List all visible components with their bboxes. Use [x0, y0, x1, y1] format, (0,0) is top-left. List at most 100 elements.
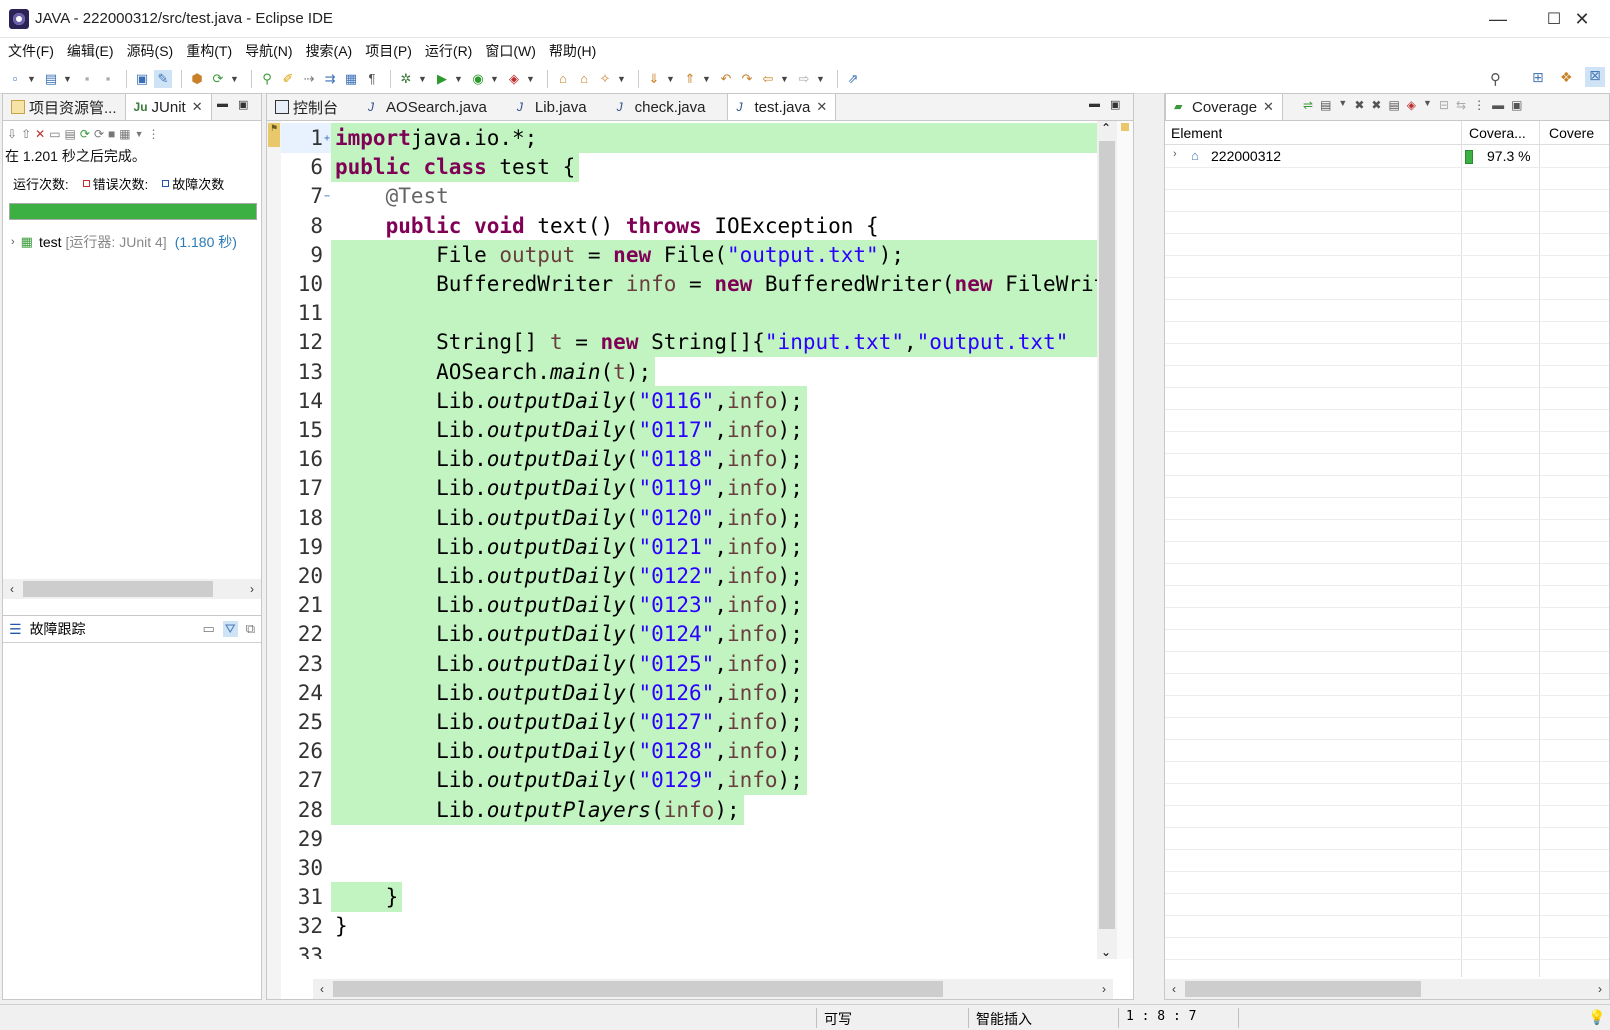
scrollbar-thumb[interactable] [1185, 981, 1421, 997]
show-whitespace-icon[interactable]: ▦ [342, 70, 360, 88]
code-line[interactable]: 11 [281, 298, 1121, 329]
menu-item[interactable]: 编辑(E) [63, 41, 118, 61]
pin-editor-icon[interactable]: ⇗ [844, 70, 862, 88]
code-line[interactable]: 13 AOSearch. main(t); [281, 356, 656, 387]
code-line[interactable]: 29 [281, 824, 335, 854]
open-project-icon[interactable]: ⌂ [575, 70, 593, 88]
scrollbar-thumb[interactable] [1099, 141, 1115, 929]
code-line[interactable]: 22 Lib. outputDaily("0124", info); [281, 619, 807, 650]
column-element[interactable]: Element [1171, 125, 1222, 141]
editor-tab[interactable]: 控制台 [267, 94, 346, 120]
pilcrow-icon[interactable]: ¶ [363, 70, 381, 88]
open-perspective-icon[interactable]: ⊞ [1532, 69, 1544, 86]
rerun-failed-icon[interactable]: ⟳ [94, 127, 104, 141]
copy-trace-icon[interactable]: ⧉ [246, 621, 255, 637]
menu-item[interactable]: 运行(R) [421, 41, 476, 61]
debug-dropdown-icon[interactable]: ▼ [418, 74, 428, 84]
scroll-right-icon[interactable]: › [1095, 982, 1113, 996]
code-line[interactable]: 24 Lib. outputDaily("0126", info); [281, 677, 807, 708]
search-icon[interactable]: ⚲ [1490, 70, 1501, 88]
save-icon[interactable]: ▪ [78, 70, 96, 88]
code-line[interactable]: 32} [281, 911, 348, 941]
next-annotation-icon[interactable]: ⇉ [321, 70, 339, 88]
code-line[interactable]: 7− @Test [281, 181, 448, 211]
fold-marker-icon[interactable]: + [323, 133, 331, 144]
forward-edit-icon[interactable]: ↷ [738, 70, 756, 88]
run-dropdown-icon[interactable]: ▼ [454, 74, 464, 84]
session-dropdown-icon[interactable]: ▼ [1423, 98, 1432, 112]
scroll-left-icon[interactable]: ‹ [313, 982, 331, 996]
scroll-lock-icon[interactable]: ▭ [49, 127, 60, 141]
code-line[interactable]: 17 Lib. outputDaily("0119", info); [281, 473, 807, 504]
close-icon[interactable]: ✕ [192, 99, 203, 115]
code-line[interactable]: 1 + import java.io.*; [281, 123, 1111, 153]
scroll-right-icon[interactable]: › [1591, 982, 1609, 996]
view-menu-icon[interactable]: ⋮ [1473, 98, 1485, 112]
new-icon[interactable]: ▫ [6, 70, 24, 88]
previous-edit-dropdown-icon[interactable]: ▼ [702, 74, 712, 84]
forward-icon[interactable]: ⇨ [795, 70, 813, 88]
open-task-icon[interactable]: ✐ [279, 70, 297, 88]
menu-item[interactable]: 源码(S) [123, 41, 178, 61]
code-line[interactable]: 23 Lib. outputDaily("0125", info); [281, 648, 807, 679]
select-session-icon[interactable]: ◈ [1407, 98, 1416, 112]
next-edit-dropdown-icon[interactable]: ▼ [666, 74, 676, 84]
close-icon[interactable]: ✕ [816, 99, 827, 115]
layout-dropdown-icon[interactable]: ▼ [135, 129, 144, 139]
open-folder-icon[interactable]: ⌂ [554, 70, 572, 88]
scroll-left-icon[interactable]: ‹ [1165, 982, 1183, 996]
refresh-dropdown-icon[interactable]: ▼ [230, 74, 240, 84]
compare-icon[interactable]: ▭ [202, 621, 214, 637]
maximize-view-icon[interactable]: ▣ [238, 98, 248, 111]
menu-item[interactable]: 项目(P) [361, 41, 416, 61]
code-line[interactable]: 26 Lib. outputDaily("0128", info); [281, 736, 807, 767]
code-line[interactable]: 30 [281, 853, 335, 883]
new-wizard-icon[interactable]: ▤ [42, 70, 60, 88]
rerun-test-icon[interactable]: ⟳ [80, 127, 90, 141]
tab-package-explorer[interactable]: 项目资源管... [3, 94, 125, 120]
merge-sessions-icon[interactable]: ▤ [1388, 98, 1399, 112]
close-icon[interactable]: ✕ [1263, 99, 1274, 115]
menu-item[interactable]: 帮助(H) [545, 41, 600, 61]
column-coverage[interactable]: Covera... [1469, 125, 1541, 141]
code-line[interactable]: 31 } [281, 882, 403, 913]
remove-session-icon[interactable]: ✖ [1354, 98, 1364, 112]
editor-tab[interactable]: Jcheck.java [609, 94, 714, 120]
editor-vertical-scrollbar[interactable]: ⌃ ⌄ [1097, 121, 1117, 959]
relaunch-icon[interactable]: ⇌ [1303, 98, 1313, 112]
show-failures-only-icon[interactable]: ✕ [35, 127, 45, 141]
code-line[interactable]: 6 public class test { [281, 152, 580, 183]
code-line[interactable]: 12 String[] t = new String[]{"input.txt"… [281, 327, 1121, 358]
dump-dropdown-icon[interactable]: ▼ [1338, 98, 1347, 112]
stop-test-icon[interactable]: ■ [108, 127, 115, 141]
code-line[interactable]: 18 Lib. outputDaily("0120", info); [281, 502, 807, 533]
code-line[interactable]: 16 Lib. outputDaily("0118", info); [281, 444, 807, 475]
code-line[interactable]: 21 Lib. outputDaily("0123", info); [281, 590, 807, 621]
minimize-view-icon[interactable]: ▬ [217, 98, 228, 111]
tip-icon[interactable]: 💡 [1588, 1009, 1605, 1026]
code-line[interactable]: 28 Lib. outputPlayers(info); [281, 794, 744, 825]
code-line[interactable]: 27 Lib. outputDaily("0129", info); [281, 765, 807, 796]
run-icon[interactable]: ▶ [433, 70, 451, 88]
expand-chevron-icon[interactable]: › [1173, 148, 1177, 160]
column-covered[interactable]: Covere [1549, 125, 1609, 141]
toggle-mark-occurrences-icon[interactable]: ✎ [154, 69, 172, 88]
wand-dropdown-icon[interactable]: ▼ [617, 74, 627, 84]
menu-item[interactable]: 搜索(A) [302, 41, 357, 61]
test-history-icon[interactable]: ▤ [65, 127, 76, 141]
close-window-button[interactable]: ✕ [1554, 0, 1610, 38]
menu-item[interactable]: 窗口(W) [481, 41, 540, 61]
maximize-view-icon[interactable]: ▣ [1110, 98, 1120, 111]
search-task-icon[interactable]: ⇢ [300, 70, 318, 88]
editor-body[interactable]: ⚑ 1 + import java.io.*; 6 public class test {… [267, 121, 1133, 999]
menu-item[interactable]: 文件(F) [4, 41, 58, 61]
overview-marker[interactable] [1121, 123, 1129, 131]
scroll-up-icon[interactable]: ⌃ [1101, 121, 1111, 135]
debug-icon[interactable]: ✲ [397, 70, 415, 88]
coverage-dropdown-icon[interactable]: ▼ [490, 74, 500, 84]
tab-coverage[interactable]: ▰ Coverage ✕ [1165, 93, 1283, 120]
expand-chevron-icon[interactable]: › [11, 236, 15, 248]
back-dropdown-icon[interactable]: ▼ [780, 74, 790, 84]
editor-tab[interactable]: J Lib.java [509, 94, 595, 120]
minimize-button[interactable]: — [1470, 0, 1526, 38]
